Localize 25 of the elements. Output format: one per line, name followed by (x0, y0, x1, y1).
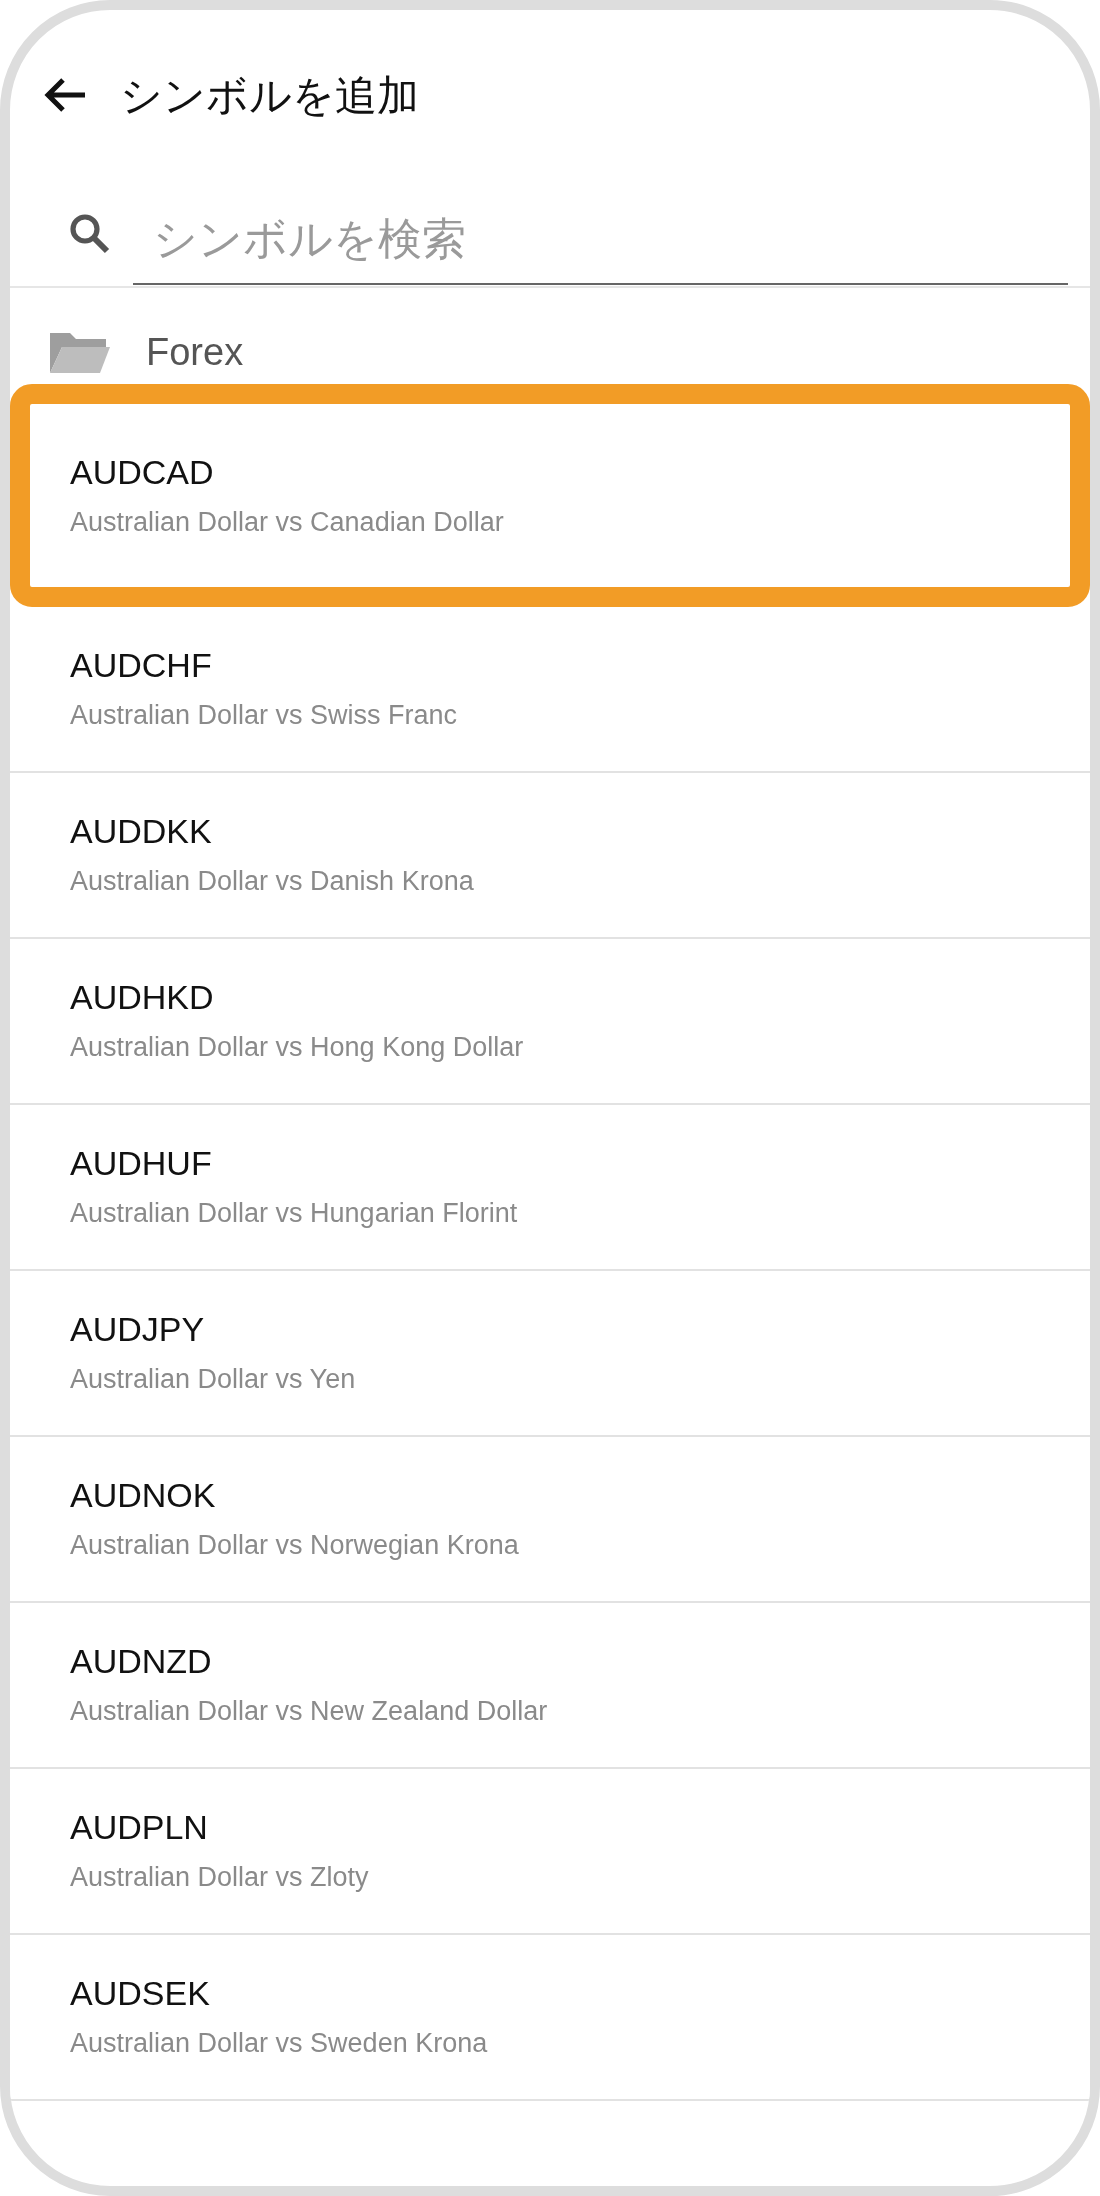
symbol-code: AUDCAD (70, 451, 214, 493)
back-arrow-icon (43, 77, 87, 113)
symbol-description: Australian Dollar vs Swiss Franc (70, 699, 458, 732)
symbol-code: AUDSEK (70, 1973, 210, 2014)
symbol-description: Australian Dollar vs Hong Kong Dollar (70, 1031, 524, 1064)
symbol-code: AUDNZD (70, 1641, 212, 1682)
symbol-description: Australian Dollar vs Sweden Krona (70, 2027, 488, 2060)
symbol-description: Australian Dollar vs Danish Krona (70, 865, 474, 898)
symbol-code: AUDJPY (70, 1309, 205, 1350)
symbol-code: AUDDKK (70, 811, 212, 852)
symbol-code: AUDPLN (70, 1807, 208, 1848)
symbol-description: Australian Dollar vs Zloty (70, 1861, 369, 1894)
symbol-code: AUDHKD (70, 977, 214, 1018)
symbol-code: AUDHUF (70, 1143, 212, 1184)
symbol-description: Australian Dollar vs New Zealand Dollar (70, 1695, 548, 1728)
symbol-item[interactable]: AUDCAD Australian Dollar vs Canadian Dollar (10, 384, 1090, 607)
symbol-code: AUDNOK (70, 1475, 216, 1516)
page-title: シンボルを追加 (120, 70, 419, 121)
symbol-code: AUDCHF (70, 645, 212, 686)
symbol-description: Australian Dollar vs Norwegian Krona (70, 1529, 519, 1562)
symbol-description: Australian Dollar vs Hungarian Florint (70, 1197, 518, 1230)
search-field[interactable]: シンボルを検索 (133, 195, 1068, 285)
folder-name: Forex (146, 329, 244, 375)
symbol-description: Australian Dollar vs Canadian Dollar (70, 505, 504, 539)
symbol-description: Australian Dollar vs Yen (70, 1363, 356, 1396)
